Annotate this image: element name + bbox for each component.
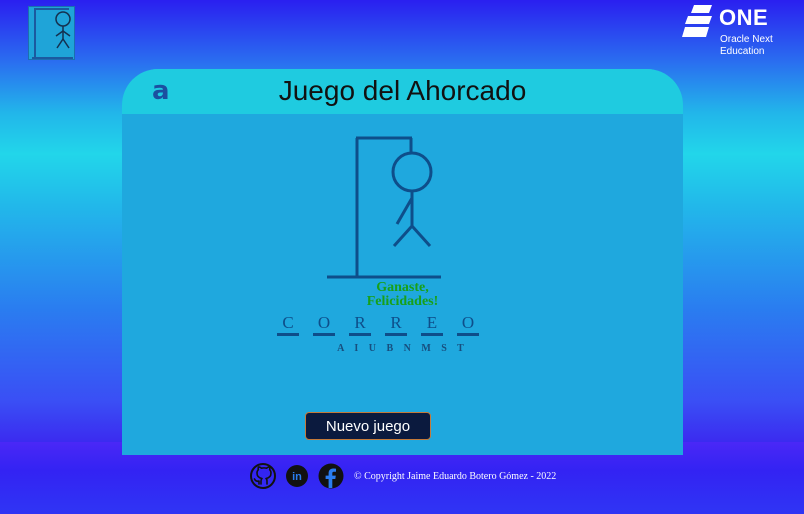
letter-underline <box>457 333 479 336</box>
letter-slot: E <box>421 314 443 336</box>
linkedin-icon[interactable]: in <box>284 463 310 489</box>
letter-slot: O <box>457 314 479 336</box>
facebook-icon[interactable] <box>318 463 344 489</box>
brand-subtitle-line2: Education <box>720 46 765 57</box>
game-card: a Juego del Ahorcado Ganaste, Felicidade… <box>122 69 683 455</box>
hangman-drawing <box>327 136 441 279</box>
brand-subtitle-line1: Oracle Next <box>720 34 773 45</box>
page-title: Juego del Ahorcado <box>278 75 527 106</box>
win-message-line1: Ganaste, <box>376 280 429 295</box>
letter-underline <box>313 333 335 336</box>
footer: in © Copyright Jaime Eduardo Botero Góme… <box>250 462 556 490</box>
one-brand-icon <box>682 5 712 37</box>
card-header: a Juego del Ahorcado <box>122 69 683 114</box>
github-icon[interactable] <box>250 463 276 489</box>
one-brand-logo: ONE Oracle Next Education <box>682 5 792 63</box>
hangman-left-arm <box>395 197 414 225</box>
hangman-right-leg <box>410 224 432 248</box>
word-display: C O R R E O <box>277 314 479 336</box>
brand-name: ONE <box>719 5 769 30</box>
letter-slot: R <box>349 314 371 336</box>
hangman-left-leg <box>392 224 414 248</box>
letter-underline <box>385 333 407 336</box>
win-message-line2: Felicidades! <box>366 294 439 309</box>
hangman-logo-icon[interactable] <box>28 6 75 60</box>
new-game-button[interactable]: Nuevo juego <box>305 412 431 440</box>
letter-slot: O <box>313 314 335 336</box>
letter-underline <box>277 333 299 336</box>
svg-text:in: in <box>292 471 302 483</box>
letter-underline <box>349 333 371 336</box>
copyright-text: © Copyright Jaime Eduardo Botero Gómez -… <box>354 470 557 482</box>
letter: R <box>390 313 402 332</box>
letter-slot: C <box>277 314 299 336</box>
brand-subtitle: Oracle Next Education <box>720 34 773 58</box>
letter-slot: R <box>385 314 407 336</box>
letter-underline <box>421 333 443 336</box>
letter: C <box>282 313 294 332</box>
wrong-letters: A I U B N M S T <box>337 343 468 354</box>
letter: R <box>354 313 366 332</box>
hangman-head <box>391 151 433 193</box>
win-message: Ganaste, Felicidades! <box>122 281 683 309</box>
letter: O <box>461 313 475 332</box>
letter: E <box>426 313 438 332</box>
letter: O <box>317 313 331 332</box>
